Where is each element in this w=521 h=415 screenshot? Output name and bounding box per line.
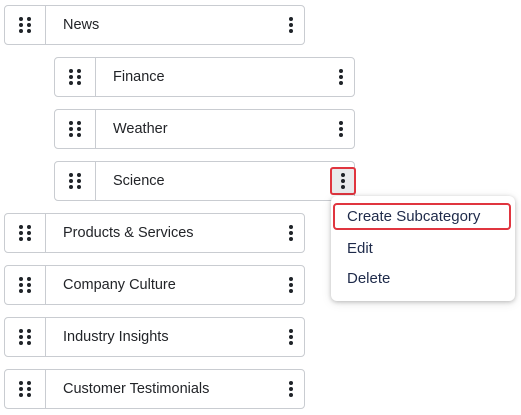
category-label: Customer Testimonials [63, 381, 210, 397]
kebab-menu-icon [289, 381, 293, 397]
kebab-menu-icon [289, 329, 293, 345]
category-row-company-culture: Company Culture [4, 265, 305, 305]
category-label: Finance [113, 69, 165, 85]
kebab-menu-icon [289, 225, 293, 241]
menu-item-create-subcategory[interactable]: Create Subcategory [333, 203, 511, 230]
menu-item-edit[interactable]: Edit [331, 233, 515, 263]
more-options-button[interactable] [278, 370, 304, 408]
drag-handle-icon [19, 225, 31, 241]
category-label: Products & Services [63, 225, 194, 241]
category-list: News Finance Weather Science Products & … [0, 0, 521, 415]
kebab-menu-icon [341, 173, 345, 189]
drag-handle-icon [19, 381, 31, 397]
drag-handle[interactable] [5, 214, 46, 252]
more-options-button[interactable] [328, 58, 354, 96]
drag-handle-icon [19, 277, 31, 293]
category-row-news: News [4, 5, 305, 45]
category-label: Weather [113, 121, 168, 137]
category-row-weather: Weather [54, 109, 355, 149]
more-options-button[interactable] [278, 6, 304, 44]
category-row-industry-insights: Industry Insights [4, 317, 305, 357]
category-label: Industry Insights [63, 329, 169, 345]
category-row-products-services: Products & Services [4, 213, 305, 253]
kebab-menu-icon [289, 17, 293, 33]
more-options-button[interactable] [278, 318, 304, 356]
category-label: Company Culture [63, 277, 176, 293]
drag-handle-icon [19, 329, 31, 345]
kebab-menu-icon [339, 69, 343, 85]
category-row-customer-testimonials: Customer Testimonials [4, 369, 305, 409]
drag-handle[interactable] [5, 370, 46, 408]
drag-handle[interactable] [5, 318, 46, 356]
more-options-button-active[interactable] [330, 167, 356, 195]
category-label: Science [113, 173, 165, 189]
drag-handle-icon [69, 69, 81, 85]
drag-handle-icon [69, 121, 81, 137]
category-label: News [63, 17, 100, 33]
menu-item-delete[interactable]: Delete [331, 263, 515, 293]
category-row-finance: Finance [54, 57, 355, 97]
kebab-menu-icon [289, 277, 293, 293]
drag-handle-icon [69, 173, 81, 189]
drag-handle[interactable] [55, 110, 96, 148]
more-options-button[interactable] [278, 214, 304, 252]
drag-handle-icon [19, 17, 31, 33]
more-options-button[interactable] [278, 266, 304, 304]
more-options-button[interactable] [328, 110, 354, 148]
category-row-science: Science [54, 161, 355, 201]
context-menu: Create Subcategory Edit Delete [331, 196, 515, 301]
drag-handle[interactable] [5, 266, 46, 304]
drag-handle[interactable] [5, 6, 46, 44]
drag-handle[interactable] [55, 58, 96, 96]
drag-handle[interactable] [55, 162, 96, 200]
kebab-menu-icon [339, 121, 343, 137]
